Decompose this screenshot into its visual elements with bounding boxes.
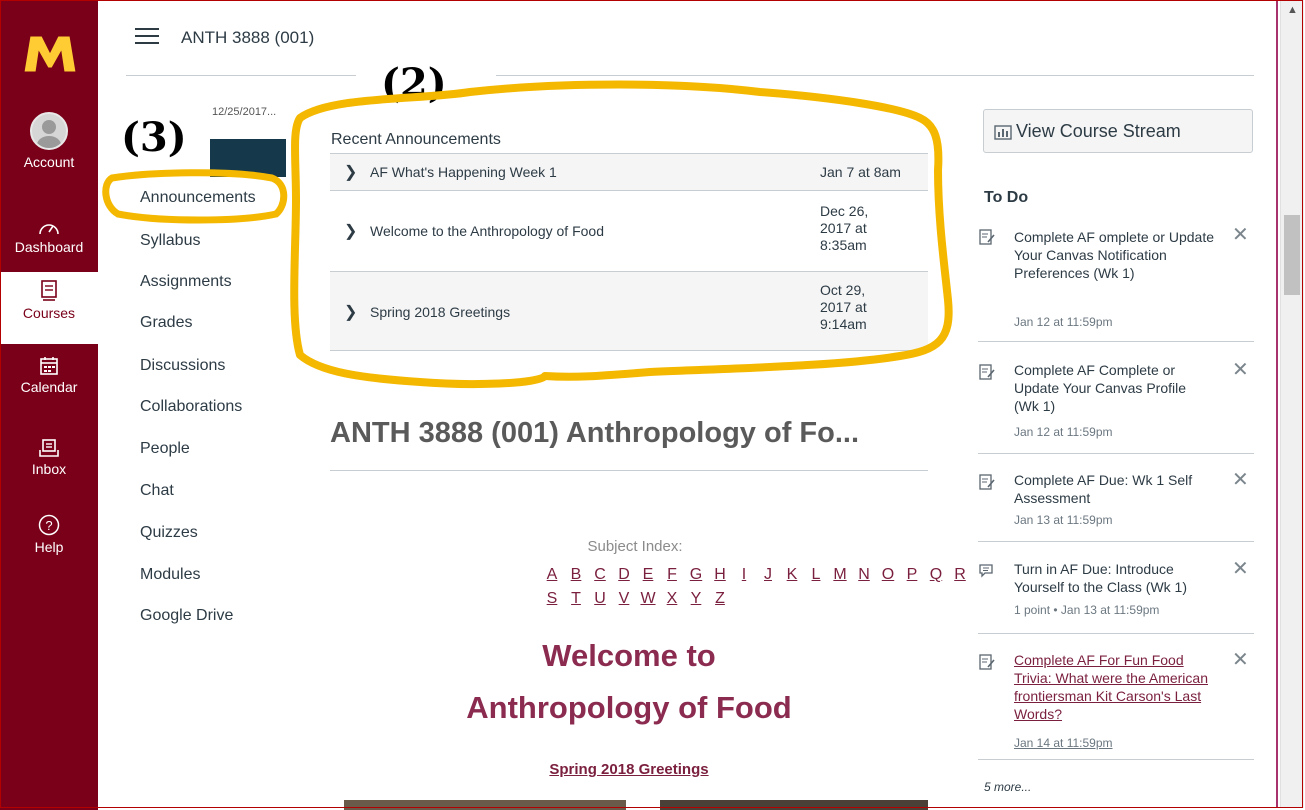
course-heading: ANTH 3888 (001) Anthropology of Fo... [330,417,860,449]
subject-letter-link[interactable]: M [828,566,852,584]
close-icon[interactable]: ✕ [1232,467,1249,492]
subject-letter-link[interactable]: G [684,566,708,584]
close-icon[interactable]: ✕ [1232,647,1249,672]
subject-letter-link[interactable]: I [732,566,756,584]
subject-index-label: Subject Index: [587,538,683,555]
subject-letter-link[interactable]: L [804,566,828,584]
todo-title: To Do [984,189,1029,206]
content-edge [1276,0,1278,808]
subject-letter-link[interactable]: C [588,566,612,584]
subject-letter-link[interactable]: F [660,566,684,584]
subject-letter-link[interactable]: Y [684,590,708,608]
todo-item-meta: Jan 12 at 11:59pm [1014,425,1113,439]
quiz-icon [979,229,995,245]
subject-letter-link[interactable]: N [852,566,876,584]
subject-index-row2: STUVWXYZ [540,590,732,608]
subject-letter-link[interactable]: Z [708,590,732,608]
scroll-thumb[interactable] [1284,215,1300,295]
subject-letter-link[interactable]: K [780,566,804,584]
todo-item-title[interactable]: Complete AF Due: Wk 1 Self Assessment [1014,471,1214,507]
scrollbar[interactable]: ▲ [1280,0,1304,808]
todo-divider [978,759,1254,760]
subject-letter-link[interactable]: H [708,566,732,584]
quiz-icon [979,654,995,670]
subject-letter-link[interactable]: U [588,590,612,608]
subject-letter-link[interactable]: W [636,590,660,608]
stream-icon [994,125,1012,140]
quiz-icon [979,364,995,380]
todo-item-meta: 1 point • Jan 13 at 11:59pm [1014,603,1160,617]
subject-index-row1: ABCDEFGHIJKLMNOPQR [540,566,972,584]
course-image [660,800,928,810]
subject-letter-link[interactable]: X [660,590,684,608]
quiz-icon [979,474,995,490]
subject-letter-link[interactable]: D [612,566,636,584]
close-icon[interactable]: ✕ [1232,556,1249,581]
todo-divider [978,541,1254,542]
todo-item-title[interactable]: Turn in AF Due: Introduce Yourself to th… [1014,560,1214,596]
close-icon[interactable]: ✕ [1232,357,1249,382]
subject-letter-link[interactable]: J [756,566,780,584]
subject-letter-link[interactable]: P [900,566,924,584]
close-icon[interactable]: ✕ [1232,222,1249,247]
subject-letter-link[interactable]: S [540,590,564,608]
todo-item-title[interactable]: Complete AF omplete or Update Your Canva… [1014,228,1214,282]
course-image [344,800,626,810]
subject-letter-link[interactable]: V [612,590,636,608]
body-divider [330,470,928,471]
todo-item-title[interactable]: Complete AF For Fun Food Trivia: What we… [1014,651,1214,723]
todo-item-meta: Jan 13 at 11:59pm [1014,513,1113,527]
more-todos-link[interactable]: 5 more... [984,780,1031,794]
todo-item-title[interactable]: Complete AF Complete or Update Your Canv… [1014,361,1214,415]
subject-letter-link[interactable]: E [636,566,660,584]
todo-divider [978,453,1254,454]
discussion-icon [979,564,993,578]
todo-divider [978,341,1254,342]
scroll-up-icon[interactable]: ▲ [1287,4,1298,16]
subject-letter-link[interactable]: O [876,566,900,584]
view-course-stream-button[interactable]: View Course Stream [983,109,1253,153]
view-course-stream-label: View Course Stream [1016,121,1181,141]
todo-item-meta: Jan 14 at 11:59pm [1014,736,1113,750]
subject-letter-link[interactable]: R [948,566,972,584]
subject-letter-link[interactable]: B [564,566,588,584]
todo-item-meta: Jan 12 at 11:59pm [1014,315,1113,329]
welcome-heading-line2: Anthropology of Food [466,690,792,725]
subject-letter-link[interactable]: T [564,590,588,608]
subject-letter-link[interactable]: A [540,566,564,584]
welcome-heading-line1: Welcome to [542,638,716,673]
todo-divider [978,633,1254,634]
subject-letter-link[interactable]: Q [924,566,948,584]
greetings-link[interactable]: Spring 2018 Greetings [330,761,928,778]
